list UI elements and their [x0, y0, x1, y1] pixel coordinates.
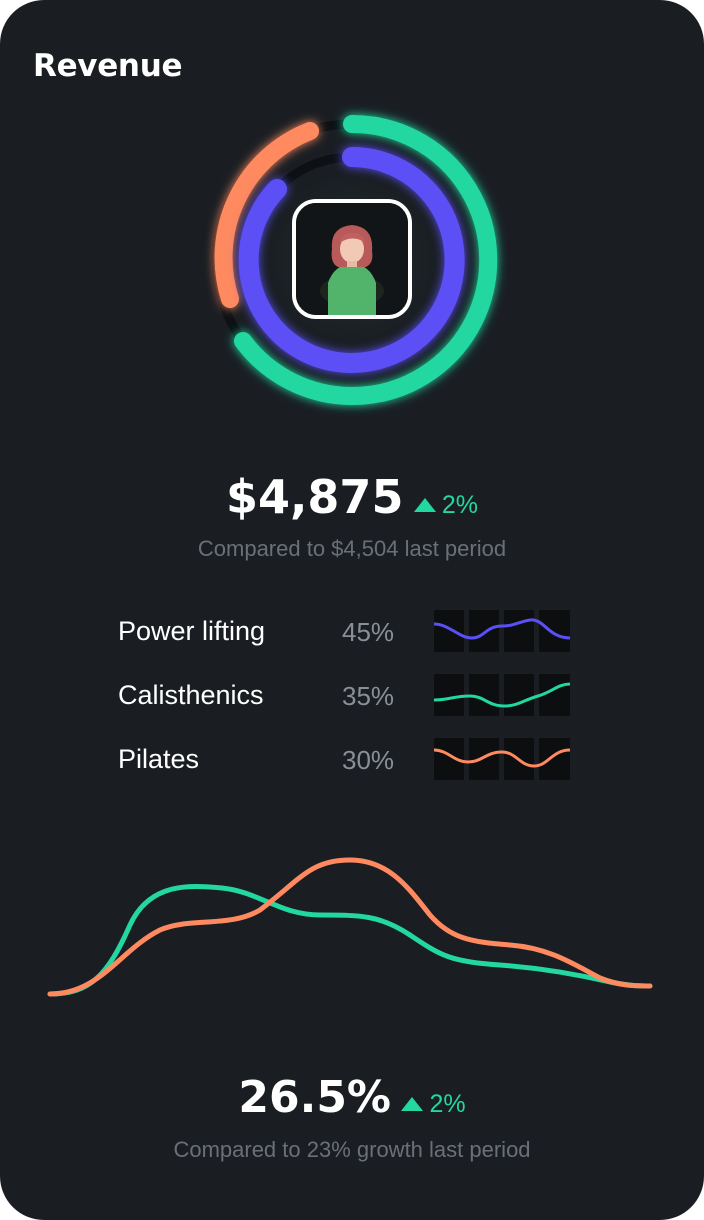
- revenue-value: $4,875: [225, 470, 404, 524]
- revenue-summary: $4,875 2%: [0, 470, 704, 524]
- card-title: Revenue: [33, 48, 183, 84]
- category-row-power-lifting[interactable]: Power lifting 45%: [118, 610, 578, 654]
- category-percent: 35%: [342, 681, 395, 711]
- growth-delta: 2%: [401, 1090, 466, 1118]
- sparkline-power-lifting: [434, 610, 570, 652]
- sparkline-calisthenics: [434, 674, 570, 716]
- revenue-delta-value: 2%: [441, 491, 479, 519]
- category-row-calisthenics[interactable]: Calisthenics 35%: [118, 674, 578, 718]
- category-percent: 30%: [342, 745, 395, 775]
- category-name: Pilates: [118, 744, 200, 774]
- growth-summary: 26.5% 2%: [0, 1072, 704, 1123]
- growth-delta-value: 2%: [429, 1090, 466, 1118]
- person-avatar-icon: [296, 203, 408, 315]
- growth-value: 26.5%: [238, 1072, 392, 1123]
- arrow-up-icon: [413, 498, 436, 512]
- sparkline-pilates: [434, 738, 570, 780]
- arrow-up-icon: [401, 1097, 424, 1111]
- revenue-comparison: Compared to $4,504 last period: [197, 536, 507, 561]
- user-avatar[interactable]: [292, 199, 412, 319]
- category-percent: 45%: [342, 617, 395, 647]
- revenue-delta: 2%: [413, 491, 479, 519]
- category-name: Power lifting: [118, 616, 266, 646]
- growth-trend-chart: [47, 857, 653, 997]
- category-row-pilates[interactable]: Pilates 30%: [118, 738, 578, 782]
- revenue-card: Revenue $4,875 2% Compared to $4,504 las…: [0, 0, 704, 1220]
- category-name: Calisthenics: [118, 680, 264, 710]
- growth-comparison: Compared to 23% growth last period: [173, 1137, 531, 1162]
